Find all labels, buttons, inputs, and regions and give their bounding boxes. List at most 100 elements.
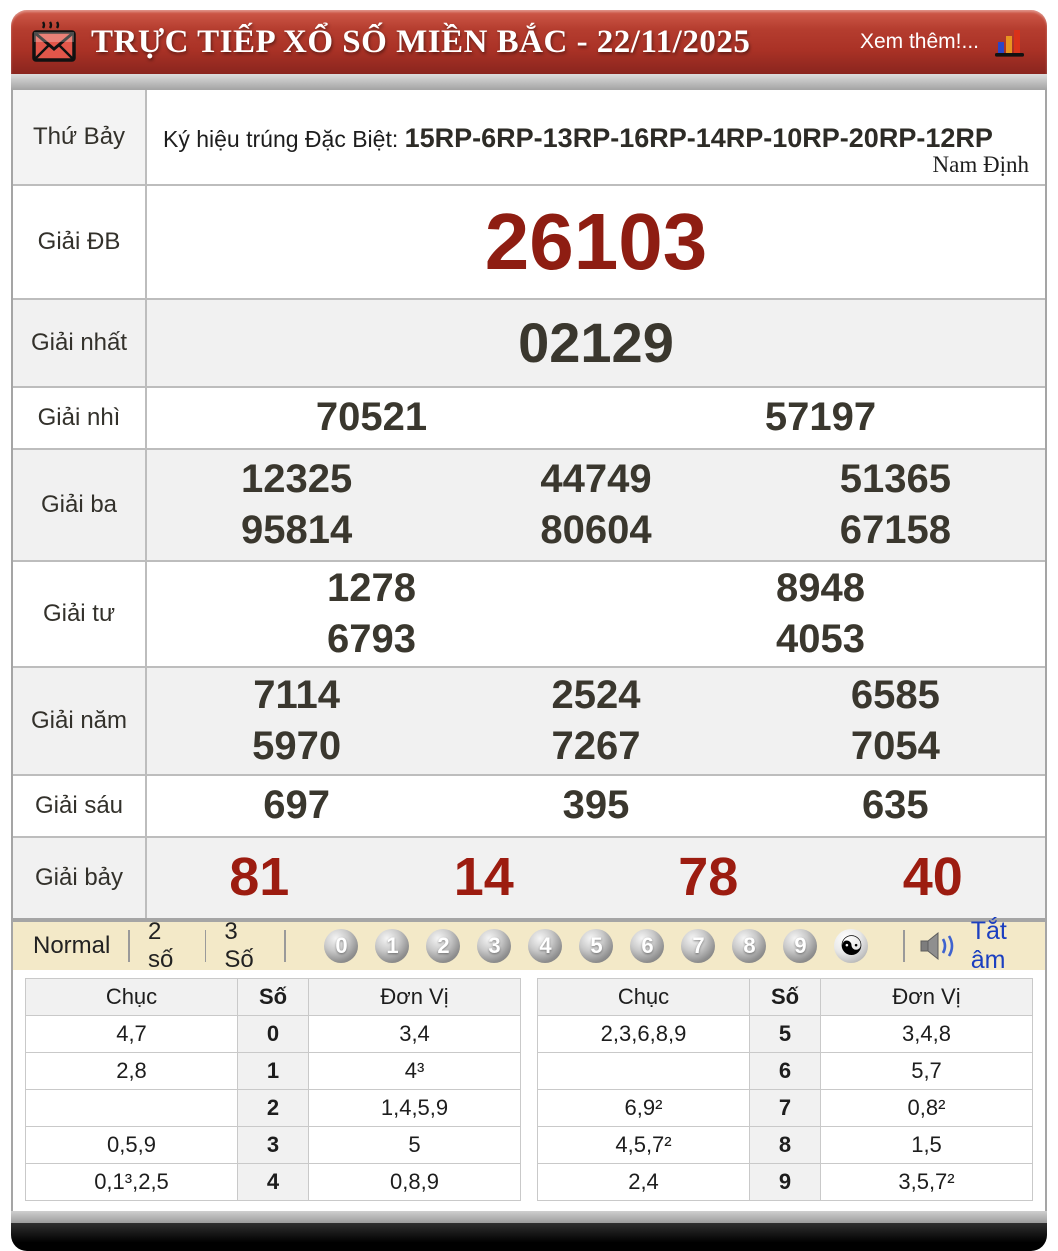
special-sign-text: Ký hiệu trúng Đặc Biệt: 15RP-6RP-13RP-16… — [147, 113, 1045, 162]
so-cell: 0 — [237, 1015, 309, 1053]
column-header-chuc: Chục — [25, 978, 238, 1016]
prize-number: 40 — [902, 847, 963, 908]
prize-number: 78 — [678, 847, 739, 908]
chuc-cell: 2,3,6,8,9 — [537, 1015, 750, 1053]
donvi-cell: 1,4,5,9 — [308, 1089, 521, 1127]
separator — [284, 930, 286, 962]
see-more-link[interactable]: Xem thêm!... — [860, 30, 979, 54]
prize-label: Giải tư — [13, 562, 147, 666]
so-cell: 8 — [749, 1126, 821, 1164]
donvi-cell: 3,4,8 — [820, 1015, 1033, 1053]
chuc-cell — [537, 1052, 750, 1090]
prize-label: Giải nhất — [13, 300, 147, 386]
prize-number: 95814 — [241, 508, 353, 552]
table-row: 2,4 9 3,5,7² — [537, 1163, 1033, 1201]
donvi-cell: 1,5 — [820, 1126, 1033, 1164]
prize-label: Giải ba — [13, 450, 147, 560]
bar-chart-icon[interactable] — [993, 25, 1027, 59]
ball-8[interactable]: 8 — [732, 929, 767, 963]
ball-3[interactable]: 3 — [477, 929, 512, 963]
prize-label: Giải ĐB — [13, 186, 147, 298]
mute-button[interactable]: Tắt âm — [919, 917, 1029, 975]
prize-number: 80604 — [540, 508, 652, 552]
so-cell: 3 — [237, 1126, 309, 1164]
donvi-cell: 0,8,9 — [308, 1163, 521, 1201]
donvi-cell: 5 — [308, 1126, 521, 1164]
column-header-donvi: Đơn Vị — [308, 978, 521, 1016]
row-first-prize: Giải nhất 02129 — [13, 298, 1045, 386]
prize-number: 67158 — [839, 508, 951, 552]
table-row: 2,3,6,8,9 5 3,4,8 — [537, 1015, 1033, 1053]
page-title: TRỰC TIẾP XỔ SỐ MIỀN BẮC - 22/11/2025 — [91, 23, 751, 60]
row-seventh-prize: Giải bảy 81 14 78 40 — [13, 836, 1045, 918]
ball-2[interactable]: 2 — [426, 929, 461, 963]
prize-number: 8948 — [776, 565, 865, 610]
donvi-cell: 0,8² — [820, 1089, 1033, 1127]
footer-divider — [11, 1211, 1047, 1223]
row-fourth-prize: Giải tư 1278 8948 6793 4053 — [13, 560, 1045, 666]
lottery-widget: TRỰC TIẾP XỔ SỐ MIỀN BẮC - 22/11/2025 Xe… — [11, 10, 1047, 1251]
row-third-prize: Giải ba 12325 44749 51365 95814 80604 67… — [13, 448, 1045, 560]
prize-number: 6793 — [327, 617, 416, 661]
so-cell: 4 — [237, 1163, 309, 1201]
prize-label: Giải sáu — [13, 776, 147, 836]
separator — [204, 930, 207, 962]
prize-number: 2524 — [551, 672, 641, 717]
ball-6[interactable]: 6 — [630, 929, 665, 963]
prize-number: 81 — [229, 847, 290, 908]
results-table: Thứ Bảy Ký hiệu trúng Đặc Biệt: 15RP-6RP… — [11, 90, 1047, 920]
prize-number: 7054 — [850, 724, 940, 768]
special-sign-prefix: Ký hiệu trúng Đặc Biệt: — [163, 125, 405, 152]
table-row: 6,9² 7 0,8² — [537, 1089, 1033, 1127]
donvi-cell: 3,5,7² — [820, 1163, 1033, 1201]
mode-normal-button[interactable]: Normal — [29, 932, 114, 960]
prize-number: 635 — [861, 783, 929, 828]
table-row: 2,8 1 4³ — [25, 1052, 521, 1090]
chuc-cell: 0,5,9 — [25, 1126, 238, 1164]
prize-number: 14 — [453, 847, 514, 908]
table-row: 2 1,4,5,9 — [25, 1089, 521, 1127]
table-row: 4,5,7² 8 1,5 — [537, 1126, 1033, 1164]
mode-3so-button[interactable]: 3 Số — [220, 918, 270, 974]
chuc-cell — [25, 1089, 238, 1127]
prize-number: 44749 — [540, 456, 652, 501]
prize-number: 4053 — [776, 617, 865, 661]
ball-9[interactable]: 9 — [783, 929, 818, 963]
prize-number: 12325 — [241, 456, 353, 501]
mode-2so-button[interactable]: 2 số — [144, 918, 191, 974]
ball-4[interactable]: 4 — [528, 929, 563, 963]
so-cell: 5 — [749, 1015, 821, 1053]
prize-number: 02129 — [518, 311, 674, 375]
column-header-so: Số — [237, 978, 309, 1016]
donvi-cell: 4³ — [308, 1052, 521, 1090]
special-sign-cell: Ký hiệu trúng Đặc Biệt: 15RP-6RP-13RP-16… — [147, 90, 1045, 184]
so-cell: 2 — [237, 1089, 309, 1127]
so-cell: 7 — [749, 1089, 821, 1127]
table-row: 0,5,9 3 5 — [25, 1126, 521, 1164]
prize-number: 7267 — [551, 724, 641, 768]
stats-table-left: Chục Số Đơn Vị 4,7 0 3,4 2,8 1 4³ 2 1,4,… — [25, 978, 521, 1201]
row-second-prize: Giải nhì 70521 57197 — [13, 386, 1045, 448]
table-row: 0,1³,2,5 4 0,8,9 — [25, 1163, 521, 1201]
ball-7[interactable]: 7 — [681, 929, 716, 963]
prize-number: 5970 — [252, 724, 342, 768]
ball-1[interactable]: 1 — [375, 929, 410, 963]
yin-yang-icon[interactable]: ☯ — [834, 929, 869, 963]
ball-0[interactable]: 0 — [324, 929, 359, 963]
prize-label: Giải bảy — [13, 838, 147, 918]
footer-bar — [11, 1223, 1047, 1251]
stats-table-right: Chục Số Đơn Vị 2,3,6,8,9 5 3,4,8 6 5,7 6… — [537, 978, 1033, 1201]
table-row: 4,7 0 3,4 — [25, 1015, 521, 1053]
so-cell: 6 — [749, 1052, 821, 1090]
chuc-cell: 4,5,7² — [537, 1126, 750, 1164]
so-cell: 9 — [749, 1163, 821, 1201]
prize-number: 7114 — [253, 672, 341, 717]
speaker-icon — [919, 931, 961, 961]
row-special-prize: Giải ĐB 26103 — [13, 184, 1045, 298]
donvi-cell: 3,4 — [308, 1015, 521, 1053]
row-draw-info: Thứ Bảy Ký hiệu trúng Đặc Biệt: 15RP-6RP… — [13, 90, 1045, 184]
digit-stats-section: Chục Số Đơn Vị 4,7 0 3,4 2,8 1 4³ 2 1,4,… — [11, 970, 1047, 1211]
prize-label: Giải năm — [13, 668, 147, 774]
ball-5[interactable]: 5 — [579, 929, 614, 963]
header-bar: TRỰC TIẾP XỔ SỐ MIỀN BẮC - 22/11/2025 Xe… — [11, 10, 1047, 74]
